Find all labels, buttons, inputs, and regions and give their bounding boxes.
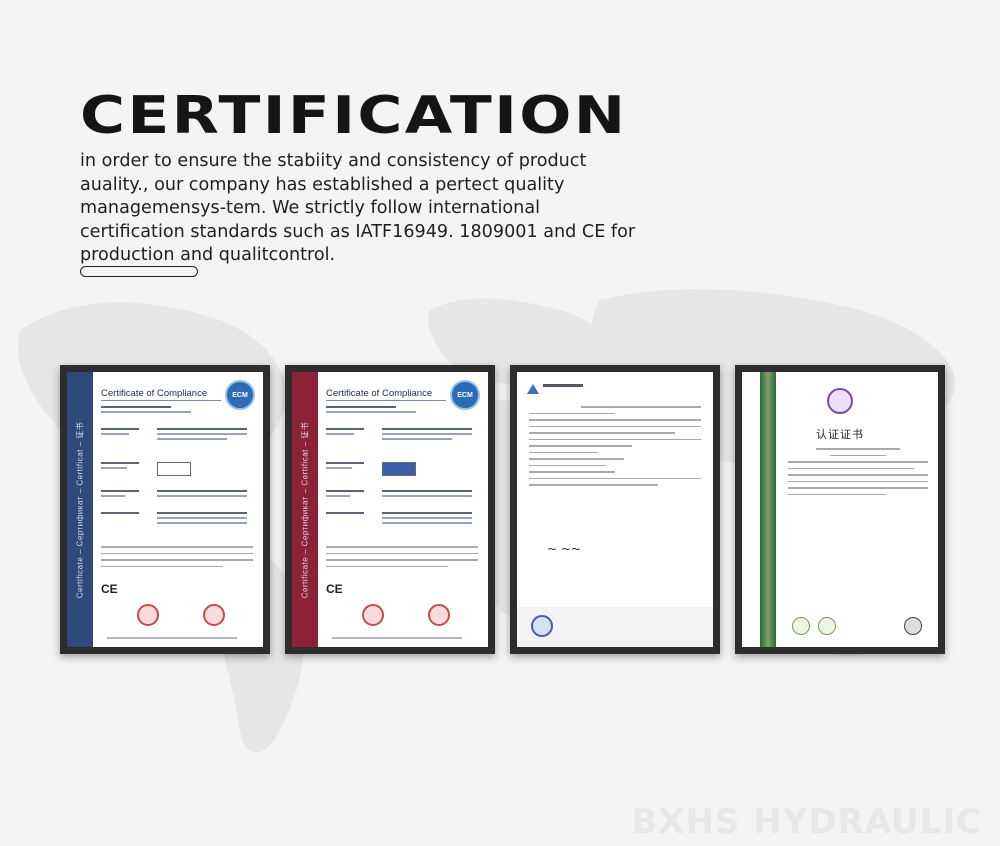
certificate-side-band <box>760 372 776 647</box>
certificate-field <box>326 490 476 504</box>
certificate-field <box>326 428 476 442</box>
certificate-document: Certificate – Сертификат – Certificat – … <box>292 372 488 647</box>
certificate-document: Certificate – Сертификат – Certificat – … <box>67 372 263 647</box>
certificate-frame-2[interactable]: Certificate – Сертификат – Certificat – … <box>285 365 495 654</box>
certificate-frame-3[interactable]: ~ ~~ <box>510 365 720 654</box>
certificate-title: 认证证书 <box>816 428 864 441</box>
tuv-logo-icon <box>527 384 539 394</box>
logo-wordmark <box>543 384 583 387</box>
stamp-icon <box>428 604 450 626</box>
intro-paragraph: in order to ensure the stabiity and cons… <box>80 151 636 265</box>
certificate-side-band: Certificate – Сертификат – Certificat – … <box>67 372 93 647</box>
certificate-body-text <box>101 546 253 572</box>
certificate-footer <box>332 637 462 639</box>
seal-icon <box>792 617 810 635</box>
certificate-field <box>101 462 251 476</box>
ecm-seal-icon: ECM <box>450 380 480 410</box>
certificate-frame-4[interactable]: 认证证书 <box>735 365 945 654</box>
certificate-body-text <box>529 406 701 491</box>
page-title: CERTIFICATION <box>80 86 628 146</box>
certificate-field <box>101 512 251 526</box>
decorative-pill-divider <box>80 266 198 277</box>
certificate-title: Certificate of Compliance <box>326 388 446 401</box>
certificate-field <box>101 490 251 504</box>
certificate-body-text <box>326 546 478 572</box>
signature-icon: ~ ~~ <box>547 542 581 556</box>
certificate-frame-1[interactable]: Certificate – Сертификат – Certificat – … <box>60 365 270 654</box>
certificate-ref-lines <box>326 406 436 416</box>
certificate-ref-lines <box>101 406 211 416</box>
brand-watermark: BXHS HYDRAULIC <box>631 802 982 842</box>
stamp-icon <box>137 604 159 626</box>
certificate-side-band: Certificate – Сертификат – Certificat – … <box>292 372 318 647</box>
certificate-side-text: Certificate – Сертификат – Certificat – … <box>75 421 85 598</box>
seal-row <box>792 617 922 635</box>
seal-icon <box>531 615 553 637</box>
stamp-icon <box>362 604 384 626</box>
certificate-document: ~ ~~ <box>517 372 713 647</box>
stamp-icon <box>203 604 225 626</box>
certificate-side-text: Certificate – Сертификат – Certificat – … <box>300 421 310 598</box>
seal-icon <box>818 617 836 635</box>
ce-mark-icon: CE <box>101 582 118 596</box>
certificate-field <box>326 512 476 526</box>
certificate-body-text <box>788 448 928 500</box>
seal-icon <box>904 617 922 635</box>
ce-mark-icon: CE <box>326 582 343 596</box>
certificate-title: Certificate of Compliance <box>101 388 221 401</box>
cqc-seal-icon <box>827 388 853 414</box>
certificate-document: 认证证书 <box>742 372 938 647</box>
certificate-footer <box>107 637 237 639</box>
certificate-field <box>101 428 251 442</box>
ecm-seal-icon: ECM <box>225 380 255 410</box>
certificate-footer <box>517 607 713 647</box>
certificate-field <box>326 462 476 476</box>
